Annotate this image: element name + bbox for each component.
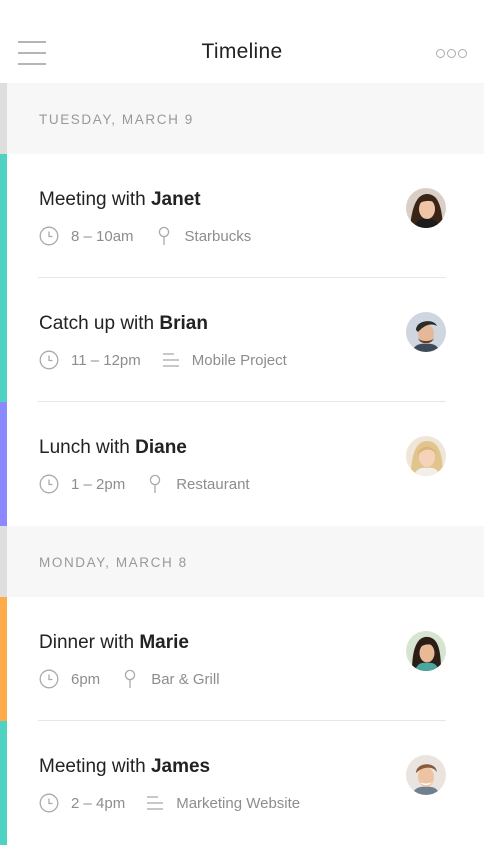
event-item[interactable]: Meeting with Janet 8 – 10am Starbucks xyxy=(0,154,484,278)
day-header-bar xyxy=(0,526,7,597)
avatar[interactable] xyxy=(406,755,446,795)
pin-icon xyxy=(158,226,169,245)
event-meta: 6pm Bar & Grill xyxy=(39,669,220,689)
clock-icon xyxy=(39,226,59,246)
event-time: 6pm xyxy=(71,670,101,688)
day-label: TUESDAY, MARCH 9 xyxy=(39,112,194,127)
event-title: Meeting with Janet xyxy=(39,189,201,211)
event-person: Marie xyxy=(139,632,189,653)
avatar[interactable] xyxy=(406,188,446,228)
event-item[interactable]: Catch up with Brian 11 – 12pm Mobile Pro… xyxy=(0,278,484,402)
event-accent-bar xyxy=(0,721,7,845)
event-title-prefix: Dinner with xyxy=(39,632,135,653)
event-meta: 2 – 4pm Marketing Website xyxy=(39,793,300,813)
event-accent-bar xyxy=(0,154,7,278)
pin-icon xyxy=(149,474,161,493)
event-title-prefix: Meeting with xyxy=(39,756,146,777)
timeline-list: TUESDAY, MARCH 9 Meeting with Janet 8 – … xyxy=(0,83,484,845)
event-title-prefix: Catch up with xyxy=(39,313,155,334)
event-person: Brian xyxy=(159,313,208,334)
event-title-prefix: Lunch with xyxy=(39,437,130,458)
clock-icon xyxy=(39,474,59,494)
event-location: Starbucks xyxy=(184,227,252,245)
event-title: Catch up with Brian xyxy=(39,313,208,335)
lines-icon xyxy=(147,796,164,810)
event-time: 2 – 4pm xyxy=(71,794,126,812)
avatar[interactable] xyxy=(406,436,446,476)
event-time: 1 – 2pm xyxy=(71,475,126,493)
lines-icon xyxy=(162,353,179,367)
event-item[interactable]: Dinner with Marie 6pm Bar & Grill xyxy=(0,597,484,721)
pin-icon xyxy=(124,669,136,688)
event-person: James xyxy=(150,756,211,777)
event-location: Marketing Website xyxy=(176,794,301,812)
day-label: MONDAY, MARCH 8 xyxy=(39,555,188,570)
event-location: Mobile Project xyxy=(191,351,287,369)
clock-icon xyxy=(39,669,59,689)
avatar[interactable] xyxy=(406,631,446,671)
event-title: Lunch with Diane xyxy=(39,437,187,459)
app-header: Timeline xyxy=(0,0,484,84)
event-meta: 8 – 10am Starbucks xyxy=(39,226,251,246)
event-item[interactable]: Meeting with James 2 – 4pm Marketing Web… xyxy=(0,721,484,845)
clock-icon xyxy=(39,350,59,370)
event-item[interactable]: Lunch with Diane 1 – 2pm Restaurant xyxy=(0,402,484,526)
event-person: Janet xyxy=(150,189,201,210)
day-header: MONDAY, MARCH 8 xyxy=(0,526,484,597)
event-accent-bar xyxy=(0,597,7,721)
avatar[interactable] xyxy=(406,312,446,352)
page-title: Timeline xyxy=(201,40,283,63)
day-header-bar xyxy=(0,83,7,154)
event-accent-bar xyxy=(0,402,7,526)
event-title-prefix: Meeting with xyxy=(39,189,146,210)
event-time: 11 – 12pm xyxy=(71,351,141,369)
event-meta: 1 – 2pm Restaurant xyxy=(39,474,250,494)
event-title: Dinner with Marie xyxy=(39,632,189,654)
day-header: TUESDAY, MARCH 9 xyxy=(0,83,484,154)
clock-icon xyxy=(39,793,59,813)
event-location: Restaurant xyxy=(176,475,250,493)
event-time: 8 – 10am xyxy=(71,227,134,245)
event-accent-bar xyxy=(0,278,7,402)
event-location: Bar & Grill xyxy=(151,670,220,688)
event-meta: 11 – 12pm Mobile Project xyxy=(39,350,287,370)
event-title: Meeting with James xyxy=(39,756,210,778)
more-options-icon[interactable] xyxy=(434,48,468,60)
event-person: Diane xyxy=(135,437,187,458)
